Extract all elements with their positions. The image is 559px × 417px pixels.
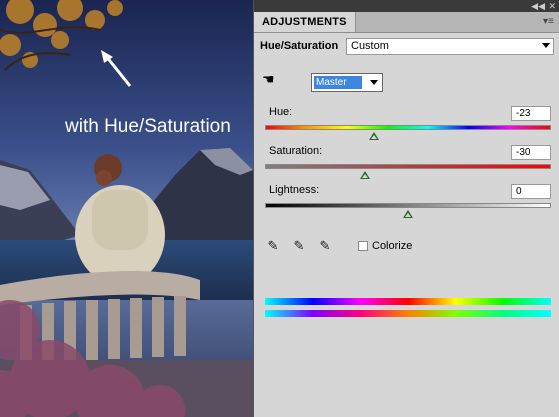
preset-dropdown[interactable]: Custom xyxy=(346,38,554,55)
hue-slider-thumb[interactable] xyxy=(368,132,379,140)
panel-tab-bar: ADJUSTMENTS ▾≡ xyxy=(254,12,559,33)
output-color-bar xyxy=(265,310,551,317)
colorize-label: Colorize xyxy=(372,240,413,252)
hand-adjust-icon[interactable]: ☚ xyxy=(262,70,278,88)
eyedropper-plus-icon[interactable]: ✎ xyxy=(290,237,308,255)
channel-value: Master xyxy=(314,76,362,89)
colorize-checkbox[interactable] xyxy=(358,241,368,251)
eyedropper-minus-icon[interactable]: ✎ xyxy=(316,237,334,255)
saturation-input[interactable]: -30 xyxy=(511,145,551,160)
adjustments-panel: ◀◀ ✕ ADJUSTMENTS ▾≡ Hue/Saturation Custo… xyxy=(253,0,559,417)
panel-menu-icon[interactable]: ▾≡ xyxy=(543,17,555,27)
chevron-down-icon xyxy=(542,43,550,48)
lightness-slider-track[interactable] xyxy=(265,203,551,208)
eyedropper-icon[interactable]: ✎ xyxy=(264,237,282,255)
adjustment-title: Hue/Saturation xyxy=(260,40,339,52)
tab-adjustments[interactable]: ADJUSTMENTS xyxy=(254,12,356,32)
image-caption: with Hue/Saturation xyxy=(65,116,231,137)
photo-illustration xyxy=(0,0,253,417)
channel-dropdown[interactable]: Master xyxy=(311,73,383,92)
chevron-down-icon xyxy=(370,80,378,85)
lightness-input[interactable]: 0 xyxy=(511,184,551,199)
lightness-label: Lightness: xyxy=(269,184,320,196)
input-color-bar xyxy=(265,298,551,305)
panel-title-strip: ◀◀ ✕ xyxy=(254,0,559,12)
close-icon[interactable]: ✕ xyxy=(548,0,556,12)
lightness-slider-thumb[interactable] xyxy=(403,210,413,218)
hue-input[interactable]: -23 xyxy=(511,106,551,121)
saturation-label: Saturation: xyxy=(269,145,323,157)
saturation-slider-track[interactable] xyxy=(265,164,551,169)
double-arrow-icon[interactable]: ◀◀ xyxy=(531,0,545,12)
hue-slider-track[interactable] xyxy=(265,125,551,130)
saturation-slider-thumb[interactable] xyxy=(360,171,371,179)
hue-label: Hue: xyxy=(269,106,293,118)
preset-value: Custom xyxy=(351,40,389,52)
photo-canvas: with Hue/Saturation xyxy=(0,0,253,417)
